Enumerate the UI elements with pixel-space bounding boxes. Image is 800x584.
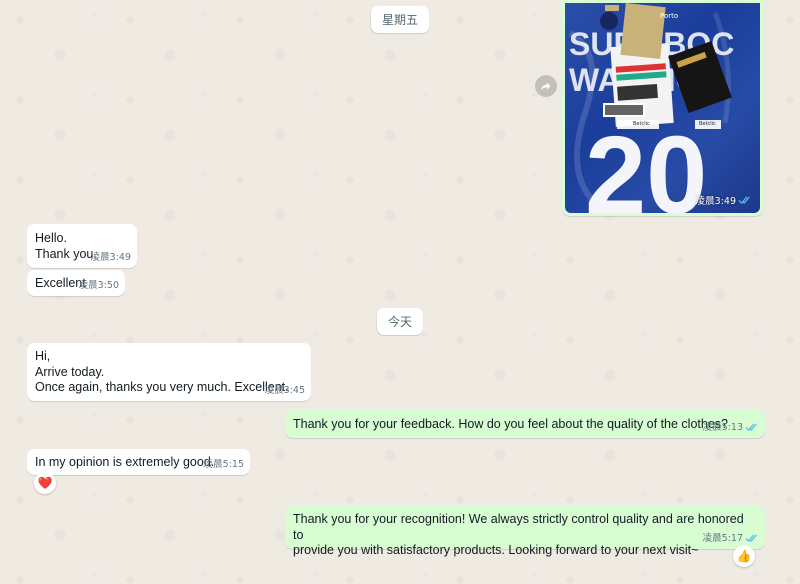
message-incoming[interactable]: Hi, Arrive today. Once again, thanks you… [27,343,311,401]
message-text: Thank you for your feedback. How do you … [293,417,728,431]
message-meta: 凌晨5:17 [703,531,759,547]
date-divider-friday: 星期五 [370,6,430,33]
message-outgoing[interactable]: Thank you for your feedback. How do you … [285,410,765,438]
jersey-brand-label: Porto [660,12,679,20]
message-incoming[interactable]: Excellent 凌晨3:50 [27,270,125,296]
message-time: 凌晨5:15 [203,458,244,470]
message-time: 凌晨3:45 [264,384,305,396]
message-incoming[interactable]: In my opinion is extremely good. 凌晨5:15 [27,449,250,475]
message-meta: 凌晨5:13 [703,420,759,436]
image-message[interactable]: SUPA BOC WARRIO 20 Porto Betclic Betclic [562,0,763,216]
message-text: Hi, Arrive today. Once again, thanks you… [35,349,289,394]
message-meta: 凌晨3:49 [91,250,131,266]
reaction-thumbs-up-icon[interactable]: 👍 [733,545,755,567]
image-message-meta: 凌晨3:49 [696,193,752,207]
message-time: 凌晨5:17 [702,532,743,544]
message-time: 凌晨3:49 [695,196,736,207]
sponsor-tag-left: Betclic [633,121,650,127]
message-time: 凌晨3:49 [90,251,131,263]
double-check-icon [738,196,750,204]
message-meta: 凌晨3:45 [265,383,305,399]
message-meta: 凌晨3:50 [79,278,119,294]
reaction-heart-icon[interactable]: ❤️ [34,472,56,494]
jersey-photo[interactable]: SUPA BOC WARRIO 20 Porto Betclic Betclic [565,3,760,213]
forward-icon [541,82,551,91]
double-check-icon [745,534,757,543]
forward-button[interactable] [535,75,557,97]
date-divider-today: 今天 [376,308,424,335]
message-incoming[interactable]: Hello. Thank you. 凌晨3:49 [27,224,137,268]
message-outgoing[interactable]: Thank you for your recognition! We alway… [285,506,765,557]
double-check-icon [745,423,757,432]
message-meta: 凌晨5:15 [204,457,244,473]
message-text: Thank you for your recognition! We alway… [293,512,744,557]
sponsor-tag-right: Betclic [699,121,716,127]
message-time: 凌晨3:50 [78,279,119,291]
message-time: 凌晨5:13 [702,421,743,433]
